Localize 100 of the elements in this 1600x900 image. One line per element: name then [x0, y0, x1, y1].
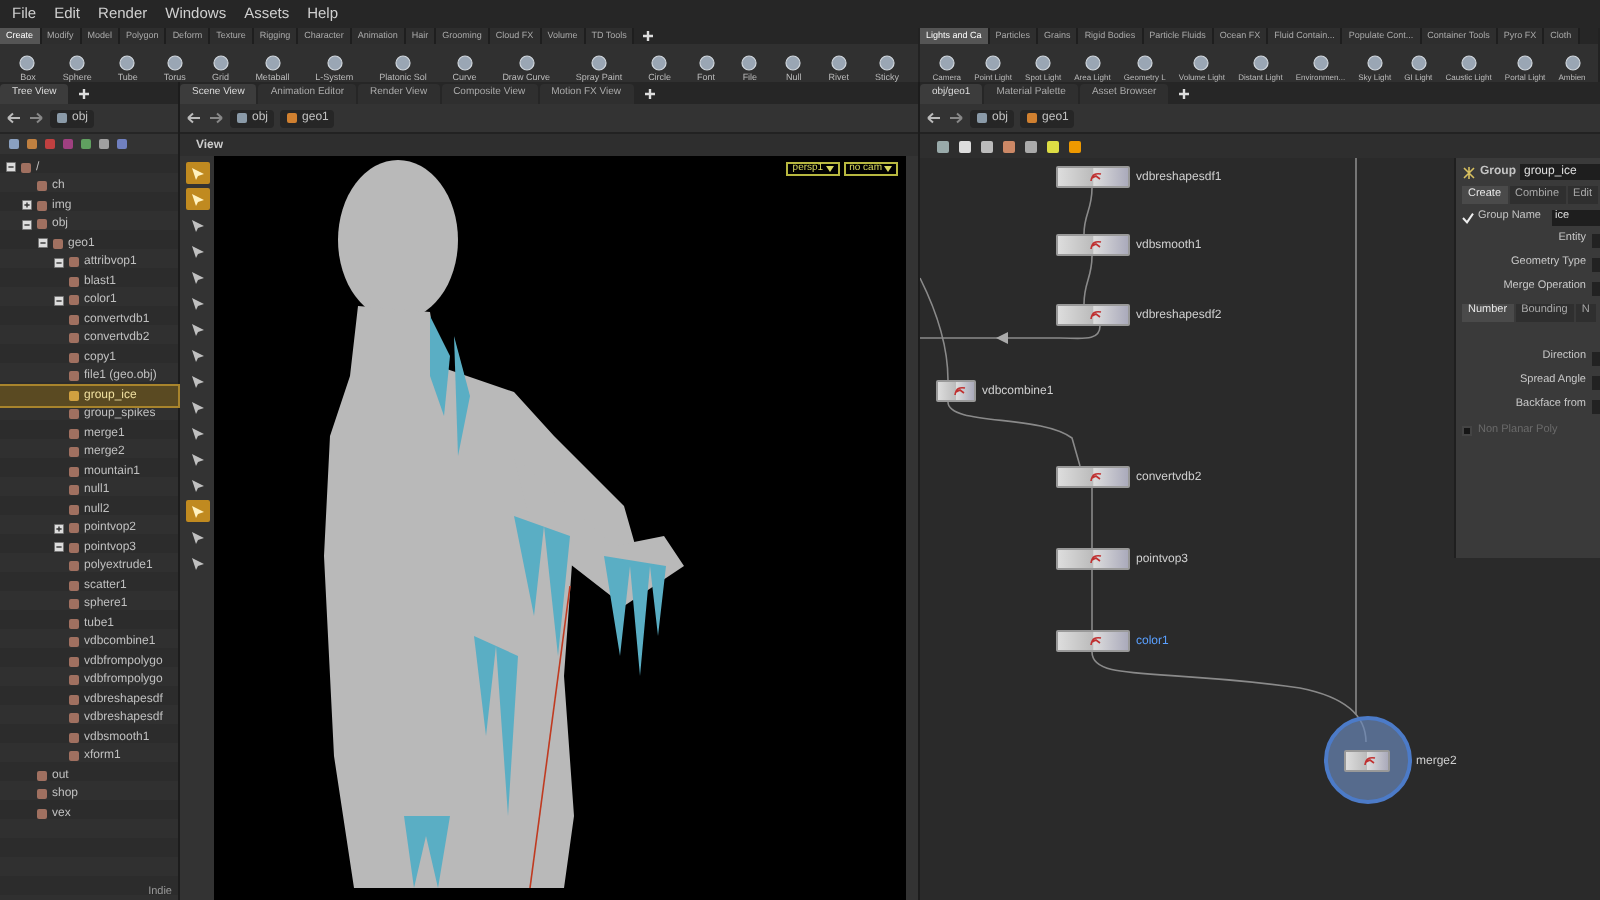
collapse-icon[interactable] — [54, 542, 64, 553]
viewport-tool[interactable] — [185, 500, 209, 522]
shape-icon — [1516, 54, 1535, 72]
network-node[interactable] — [1056, 304, 1130, 326]
viewport-tool[interactable] — [185, 162, 209, 184]
shape-icon — [1459, 54, 1478, 72]
shape-icon — [263, 53, 282, 71]
shape-icon — [455, 53, 474, 71]
node-icon — [68, 370, 80, 383]
node-icon — [68, 712, 80, 725]
back-icon[interactable] — [926, 112, 942, 124]
shape-icon — [1365, 54, 1384, 72]
node-type-icon — [1089, 310, 1102, 320]
node-icon — [68, 294, 80, 307]
node-icon — [286, 112, 299, 124]
node-icon — [68, 655, 80, 668]
shape-icon — [937, 54, 956, 72]
node-type-icon — [1462, 165, 1476, 179]
caret-icon — [825, 166, 834, 172]
shape-icon — [325, 53, 344, 71]
collapse-icon[interactable] — [54, 257, 64, 268]
shape-icon — [18, 53, 37, 71]
node-icon — [68, 693, 80, 706]
node-icon — [68, 408, 80, 421]
collapse-icon[interactable] — [22, 219, 32, 230]
node-type-icon — [1089, 636, 1102, 646]
node-icon — [68, 275, 80, 288]
shape-icon — [1083, 54, 1102, 72]
shape-icon — [1192, 54, 1211, 72]
node-icon — [68, 427, 80, 440]
node-icon — [68, 750, 80, 763]
forward-icon[interactable] — [208, 112, 224, 124]
network-node[interactable] — [1056, 234, 1130, 256]
shape-icon — [68, 53, 87, 71]
forward-icon[interactable] — [948, 112, 964, 124]
node-type-icon — [1089, 472, 1102, 482]
shape-icon — [829, 53, 848, 71]
shape-icon — [1311, 54, 1330, 72]
node-icon — [68, 731, 80, 744]
node-icon — [68, 389, 80, 402]
node-icon — [68, 598, 80, 611]
shape-icon — [1563, 54, 1581, 72]
expand-icon[interactable] — [54, 523, 64, 534]
network-node[interactable] — [1056, 466, 1130, 488]
add-tab-icon[interactable] — [1178, 87, 1191, 99]
shape-icon — [118, 53, 137, 71]
collapse-icon[interactable] — [54, 295, 64, 306]
node-icon — [36, 199, 48, 212]
shape-icon — [1034, 54, 1053, 72]
node-icon — [52, 237, 64, 250]
node-icon — [236, 112, 248, 124]
node-icon — [976, 112, 988, 124]
node-icon — [36, 807, 48, 820]
node-icon — [68, 541, 80, 554]
node-icon — [68, 313, 80, 326]
shape-icon — [165, 53, 184, 71]
node-type-icon — [1089, 240, 1102, 250]
network-node[interactable] — [1056, 548, 1130, 570]
node-icon — [68, 522, 80, 535]
node-icon — [36, 769, 48, 782]
shape-icon — [393, 53, 412, 71]
node-type-icon — [1364, 756, 1377, 766]
add-tab-icon[interactable] — [78, 87, 91, 99]
node-icon — [68, 674, 80, 687]
node-icon — [20, 161, 32, 174]
shape-icon — [697, 53, 716, 71]
node-icon — [68, 636, 80, 649]
node-icon — [36, 788, 48, 801]
node-icon — [36, 218, 48, 231]
node-icon — [68, 503, 80, 516]
back-icon[interactable] — [186, 112, 202, 124]
checkbox[interactable] — [1462, 211, 1474, 224]
shape-icon — [740, 53, 759, 71]
network-node[interactable] — [936, 380, 976, 402]
collapse-icon[interactable] — [38, 238, 48, 249]
node-icon — [68, 617, 80, 630]
shape-icon — [784, 53, 803, 71]
forward-icon[interactable] — [28, 112, 44, 124]
node-icon — [68, 560, 80, 573]
node-type-icon — [954, 386, 967, 396]
add-tab-icon[interactable] — [643, 87, 656, 99]
network-node[interactable] — [1344, 750, 1390, 772]
collapse-icon[interactable] — [6, 162, 16, 173]
node-icon — [68, 256, 80, 269]
expand-icon[interactable] — [22, 200, 32, 211]
back-icon[interactable] — [6, 112, 22, 124]
network-node[interactable] — [1056, 630, 1130, 652]
node-icon — [56, 112, 68, 124]
network-node[interactable] — [1056, 166, 1130, 188]
shape-icon — [1251, 54, 1270, 72]
node-icon — [68, 351, 80, 364]
add-tab-icon[interactable] — [642, 30, 655, 42]
shape-icon — [590, 53, 609, 71]
caret-icon — [884, 166, 892, 172]
shape-icon — [877, 53, 896, 71]
node-icon — [68, 446, 80, 459]
shape-icon — [984, 54, 1003, 72]
node-icon — [36, 180, 48, 193]
node-icon — [1026, 112, 1039, 124]
viewport-tool[interactable] — [185, 188, 209, 210]
